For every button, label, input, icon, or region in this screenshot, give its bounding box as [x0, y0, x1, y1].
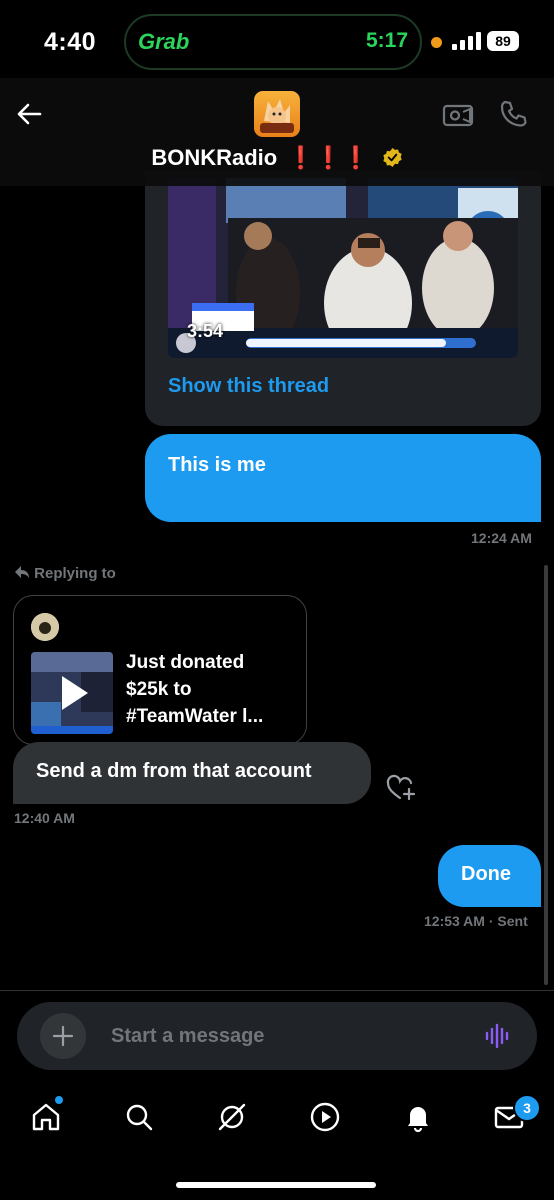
- home-notification-dot: [55, 1096, 63, 1104]
- grok-icon[interactable]: [216, 1101, 248, 1133]
- status-time: 4:40: [44, 28, 97, 56]
- message-bubble-sent[interactable]: This is me: [145, 434, 541, 522]
- video-call-icon[interactable]: [442, 100, 474, 130]
- grab-live-activity-label: Grab: [138, 29, 190, 54]
- battery-indicator: 89: [487, 31, 519, 51]
- message-timestamp: 12:24 AM: [471, 530, 532, 546]
- verified-badge-icon: [382, 147, 402, 168]
- message-composer[interactable]: [17, 1002, 537, 1070]
- avatar: [31, 613, 59, 641]
- exclamation-emoji: ❗❗❗: [287, 145, 370, 170]
- cellular-signal-icon: [452, 32, 481, 50]
- video-tab-icon[interactable]: [309, 1101, 341, 1133]
- bell-icon[interactable]: [402, 1101, 434, 1133]
- message-bubble-received[interactable]: Send a dm from that account: [13, 742, 371, 804]
- bonkradio-avatar[interactable]: [254, 91, 300, 137]
- messages-badge: 3: [513, 1094, 541, 1122]
- reply-arrow-icon: [15, 566, 29, 578]
- home-indicator[interactable]: [176, 1182, 376, 1188]
- add-attachment-button[interactable]: [40, 1013, 86, 1059]
- video-duration: 3:54: [187, 321, 224, 341]
- replying-to-label: Replying to: [14, 565, 116, 582]
- message-timestamp: 12:40 AM: [14, 810, 75, 826]
- message-timestamp: 12:53 AM: [424, 913, 485, 929]
- phone-call-icon[interactable]: [498, 99, 528, 129]
- replied-text-line: Just donated: [126, 652, 245, 673]
- plus-icon: [52, 1025, 74, 1047]
- replied-text-line: #TeamWater l...: [126, 706, 264, 727]
- scrollbar[interactable]: [544, 565, 548, 985]
- home-icon[interactable]: [30, 1101, 62, 1133]
- replied-video-thumbnail[interactable]: [31, 652, 113, 734]
- conversation-title[interactable]: BONKRadio ❗❗❗: [0, 145, 554, 171]
- replied-post-text: Just donated $25k to #TeamWater l...: [126, 649, 263, 730]
- message-bubble-sent[interactable]: Done: [438, 845, 541, 907]
- replying-to-text: Replying to: [34, 565, 116, 582]
- back-arrow-icon[interactable]: [14, 99, 44, 129]
- divider: [0, 990, 554, 991]
- contact-name: BONKRadio: [151, 145, 278, 170]
- message-timestamp-status: 12:53 AM · Sent: [424, 913, 528, 929]
- heart-add-icon[interactable]: [385, 773, 417, 803]
- message-input[interactable]: Start a message: [111, 1025, 264, 1048]
- grab-live-activity-time: 5:17: [366, 29, 409, 52]
- mic-indicator-dot: [431, 37, 442, 48]
- message-status: · Sent: [488, 913, 528, 929]
- show-thread-link[interactable]: Show this thread: [168, 375, 329, 398]
- voice-wave-icon[interactable]: [484, 1022, 512, 1050]
- replied-text-line: $25k to: [126, 679, 192, 700]
- search-icon[interactable]: [123, 1101, 155, 1133]
